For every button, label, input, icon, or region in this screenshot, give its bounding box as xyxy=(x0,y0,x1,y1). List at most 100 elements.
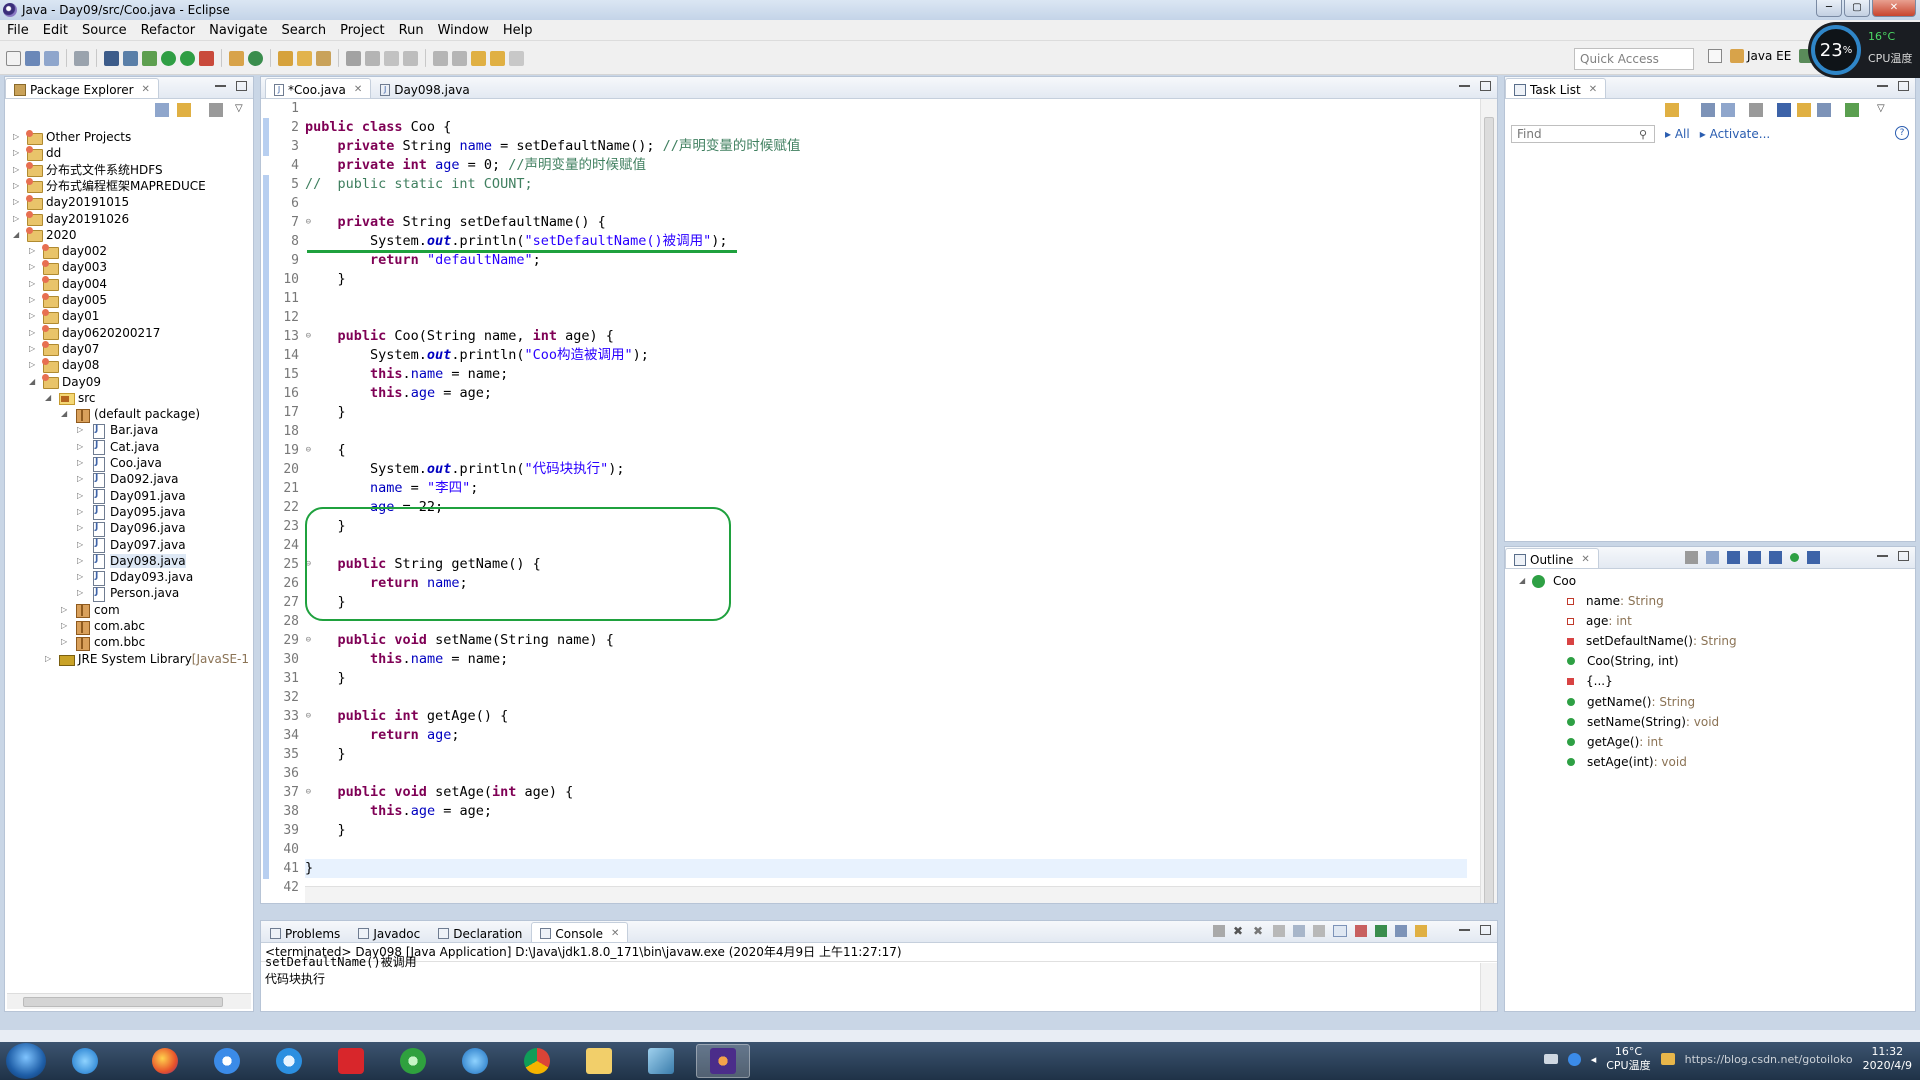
minimize-editor-icon[interactable] xyxy=(1459,81,1470,87)
collapsed-arrow-icon[interactable]: ▷ xyxy=(61,638,69,646)
link-icon[interactable] xyxy=(1807,551,1820,564)
console-output[interactable]: <terminated> Day098 [Java Application] D… xyxy=(261,943,1497,1011)
open-perspective-icon[interactable] xyxy=(1708,49,1722,63)
menu-search[interactable]: Search xyxy=(274,23,333,38)
collapsed-arrow-icon[interactable]: ▷ xyxy=(29,328,37,337)
close-tab-icon[interactable]: ✕ xyxy=(1581,554,1589,565)
scrollbar-thumb[interactable] xyxy=(23,997,223,1007)
show-on-stdout-icon[interactable] xyxy=(1333,925,1347,937)
categorized-icon[interactable] xyxy=(1701,103,1715,117)
show-on-stderr-icon[interactable] xyxy=(1355,925,1367,937)
collapsed-arrow-icon[interactable]: ▷ xyxy=(13,149,21,157)
bottom-tab-problems[interactable]: Problems xyxy=(261,922,349,942)
taskbar-youdao[interactable] xyxy=(324,1044,378,1078)
view-menu-icon[interactable]: ▽ xyxy=(235,103,249,117)
collapsed-arrow-icon[interactable]: ▷ xyxy=(13,181,21,190)
collapsed-arrow-icon[interactable]: ▷ xyxy=(29,361,37,369)
start-button[interactable] xyxy=(6,1043,46,1079)
collapsed-arrow-icon[interactable]: ▷ xyxy=(77,573,85,581)
toggle-highlight-icon[interactable] xyxy=(365,50,380,66)
collapsed-arrow-icon[interactable]: ▷ xyxy=(29,263,37,271)
maximize-view-icon[interactable] xyxy=(1898,81,1909,91)
editor-tab[interactable]: J Day098.java xyxy=(371,78,479,98)
scheduled-icon[interactable] xyxy=(1721,103,1735,117)
taskbar-ie[interactable] xyxy=(58,1044,112,1078)
minimize-view-icon[interactable] xyxy=(1877,81,1888,87)
save-icon[interactable] xyxy=(25,50,40,66)
bottom-tab-console[interactable]: Console ✕ xyxy=(531,922,629,942)
menu-navigate[interactable]: Navigate xyxy=(202,23,274,38)
remove-launch-icon[interactable]: ✖ xyxy=(1233,925,1245,937)
next-annotation-icon[interactable] xyxy=(433,50,448,66)
external-tools-icon[interactable] xyxy=(199,50,214,66)
outline-member[interactable]: setName(String) : void xyxy=(1567,712,1719,732)
outline-member[interactable]: getAge() : int xyxy=(1567,732,1663,752)
close-button[interactable]: ✕ xyxy=(1872,0,1916,17)
skip-breakpoints-icon[interactable] xyxy=(123,50,138,66)
search-icon[interactable] xyxy=(316,50,331,66)
tab-package-explorer[interactable]: Package Explorer ✕ xyxy=(5,78,159,98)
collapsed-arrow-icon[interactable]: ▷ xyxy=(77,442,85,451)
pin-console-icon[interactable] xyxy=(1375,925,1387,937)
tab-task-list[interactable]: Task List ✕ xyxy=(1505,78,1607,98)
close-tab-icon[interactable]: ✕ xyxy=(354,84,362,95)
editor-tab[interactable]: J *Coo.java ✕ xyxy=(265,78,372,98)
filter-icon[interactable] xyxy=(209,103,223,117)
code-editor[interactable]: 1234567891011121314151617181920212223242… xyxy=(261,99,1497,903)
taskbar-firefox[interactable] xyxy=(138,1044,192,1078)
outline-member[interactable]: setDefaultName() : String xyxy=(1567,631,1737,651)
taskbar-notepad[interactable] xyxy=(634,1044,688,1078)
close-tab-icon[interactable]: ✕ xyxy=(142,84,150,95)
outline-member[interactable]: age : int xyxy=(1567,611,1632,631)
horizontal-scrollbar[interactable] xyxy=(7,993,251,1009)
collapsed-arrow-icon[interactable]: ▷ xyxy=(77,507,85,516)
outline-member[interactable]: Coo(String, int) xyxy=(1567,651,1679,671)
forward-icon[interactable] xyxy=(509,50,524,66)
menu-window[interactable]: Window xyxy=(431,23,496,38)
collapsed-arrow-icon[interactable]: ▷ xyxy=(77,540,85,549)
collapsed-arrow-icon[interactable]: ▷ xyxy=(29,312,37,320)
menu-project[interactable]: Project xyxy=(333,23,391,38)
maximize-view-icon[interactable] xyxy=(236,81,247,91)
task-find-input[interactable]: Find xyxy=(1511,125,1655,143)
open-type-icon[interactable] xyxy=(278,50,293,66)
view-menu-icon[interactable]: ▽ xyxy=(1877,103,1891,117)
synchronize-icon[interactable] xyxy=(1845,103,1859,117)
maximize-button[interactable]: ▢ xyxy=(1844,0,1870,17)
collapsed-arrow-icon[interactable]: ▷ xyxy=(29,344,37,353)
new-console-icon[interactable] xyxy=(1415,925,1427,937)
tab-outline[interactable]: Outline ✕ xyxy=(1505,548,1599,568)
hide-non-public-icon[interactable] xyxy=(1748,551,1761,564)
collapsed-arrow-icon[interactable]: ▷ xyxy=(45,654,53,663)
close-tab-icon[interactable]: ✕ xyxy=(611,928,619,939)
sort-icon[interactable] xyxy=(1797,103,1811,117)
collapsed-arrow-icon[interactable]: ▷ xyxy=(29,279,37,288)
display-console-icon[interactable] xyxy=(1395,925,1407,937)
new-java-project-icon[interactable] xyxy=(229,50,244,66)
expanded-arrow-icon[interactable]: ◢ xyxy=(29,377,37,386)
show-whitespace-icon[interactable] xyxy=(403,50,418,66)
expanded-arrow-icon[interactable]: ◢ xyxy=(45,393,53,402)
clear-console-icon[interactable] xyxy=(1273,925,1285,937)
help-icon[interactable]: ? xyxy=(1895,126,1909,140)
new-task-icon[interactable] xyxy=(1665,103,1679,117)
collapsed-arrow-icon[interactable]: ▷ xyxy=(61,605,69,614)
collapsed-arrow-icon[interactable]: ▷ xyxy=(29,296,37,304)
link-activate[interactable]: ▸ Activate... xyxy=(1700,127,1770,141)
hide-completed-icon[interactable] xyxy=(1777,103,1791,117)
collapse-icon[interactable] xyxy=(1817,103,1831,117)
collapsed-arrow-icon[interactable]: ▷ xyxy=(77,491,85,500)
minimize-view-icon[interactable] xyxy=(1877,551,1888,557)
hide-static-icon[interactable] xyxy=(1727,551,1740,564)
taskbar-update[interactable] xyxy=(386,1044,440,1078)
outline-member[interactable]: getName() : String xyxy=(1567,692,1695,712)
code-text[interactable]: public class Coo { private String name =… xyxy=(305,99,1467,897)
collapsed-arrow-icon[interactable]: ▷ xyxy=(77,426,85,434)
maximize-view-icon[interactable] xyxy=(1898,551,1909,561)
taskbar-baidu-netdisk[interactable] xyxy=(200,1044,254,1078)
remove-all-icon[interactable]: ✖ xyxy=(1253,925,1265,937)
outline-member[interactable]: setAge(int) : void xyxy=(1567,752,1687,772)
open-folder-icon[interactable] xyxy=(297,50,312,66)
collapsed-arrow-icon[interactable]: ▷ xyxy=(77,475,85,483)
debug-icon[interactable] xyxy=(142,50,157,66)
